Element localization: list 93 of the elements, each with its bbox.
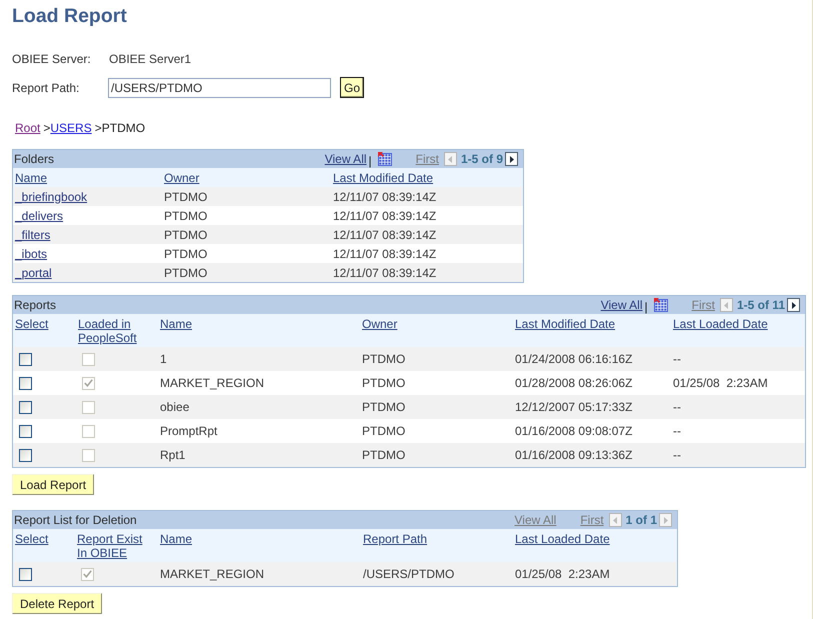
table-cell-text: 01/16/2008 09:13:36Z	[514, 448, 634, 462]
right-triangle-icon	[510, 156, 514, 162]
folder-link[interactable]: _filters	[15, 228, 50, 242]
table-cell-text: PromptRpt	[159, 424, 218, 438]
grid-title: Reports	[14, 298, 56, 312]
table-cell-text: --	[672, 448, 682, 462]
field-label: OBIEE Server:	[12, 52, 92, 66]
next-page-button[interactable]	[505, 152, 518, 166]
action-button[interactable]: Delete Report	[12, 593, 102, 614]
column-header[interactable]: Select	[15, 532, 48, 546]
table-cell-text: 12/11/07 08:39:14Z	[332, 246, 438, 260]
go-button[interactable]: Go	[340, 77, 364, 98]
table-cell-text: PTDMO	[361, 352, 406, 366]
view-all-link[interactable]: View All	[600, 298, 643, 312]
table-cell-text: PTDMO	[361, 448, 406, 462]
table-cell-text: 01/28/2008 08:26:06Z	[514, 376, 634, 390]
breadcrumb-separator: >	[94, 121, 102, 135]
report-path-input[interactable]: /USERS/PTDMO	[108, 78, 331, 98]
table-cell-text: MARKET_REGION	[159, 376, 266, 390]
table-cell-text: Rpt1	[159, 448, 186, 462]
left-triangle-icon	[724, 302, 728, 308]
select-checkbox[interactable]	[19, 568, 32, 580]
table-cell-text: 12/11/07 08:39:14Z	[332, 208, 438, 222]
page-range: 1-5 of 9	[460, 152, 503, 166]
right-triangle-icon	[664, 516, 668, 524]
folder-link[interactable]: _delivers	[15, 208, 64, 222]
select-checkbox[interactable]	[19, 400, 32, 414]
column-header[interactable]: Name	[15, 171, 48, 185]
table-cell-text: 01/25/08 2:23AM	[672, 376, 769, 390]
table-cell-text: 1	[159, 352, 168, 366]
column-header[interactable]: Report Path	[363, 532, 428, 546]
table-cell-text: /USERS/PTDMO	[362, 567, 456, 581]
table-cell-text: 12/12/2007 05:17:33Z	[514, 400, 634, 414]
folder-link[interactable]: _briefingbook	[15, 190, 88, 204]
action-button[interactable]: Load Report	[12, 474, 94, 495]
next-page-button[interactable]	[787, 298, 800, 312]
column-header[interactable]: Owner	[362, 317, 398, 331]
column-header[interactable]: Loaded in PeopleSoft	[78, 317, 152, 345]
table-cell-text: PTDMO	[163, 190, 208, 204]
field-label: Report Path:	[12, 80, 80, 94]
table-cell-text: PTDMO	[163, 246, 208, 260]
select-checkbox[interactable]	[19, 424, 32, 438]
breadcrumb-current: PTDMO	[102, 121, 146, 135]
right-triangle-icon	[792, 302, 796, 308]
page-range: 1-5 of 11	[736, 298, 785, 312]
table-cell-text: PTDMO	[163, 266, 208, 280]
link-separator: |	[368, 155, 372, 168]
column-header[interactable]: Owner	[164, 171, 200, 185]
table-cell-text: PTDMO	[361, 424, 406, 438]
field-value: OBIEE Server1	[108, 52, 192, 66]
table-cell-text: 01/24/2008 06:16:16Z	[514, 352, 634, 366]
table-cell-text: --	[672, 352, 682, 366]
column-header[interactable]: Report Exist In OBIEE	[77, 532, 152, 560]
table-cell-text: 12/11/07 08:39:14Z	[332, 190, 438, 204]
spreadsheet-icon[interactable]	[654, 298, 668, 312]
column-header[interactable]: Name	[160, 532, 192, 546]
folder-link[interactable]: _ibots	[15, 246, 48, 260]
checkmark-icon	[83, 570, 92, 578]
table-cell-text: --	[672, 400, 682, 414]
column-header[interactable]: Name	[160, 317, 192, 331]
page-range: 1 of 1	[626, 513, 657, 527]
table-cell-text: 01/25/08 2:23AM	[514, 567, 611, 581]
breadcrumb-separator: >	[43, 121, 50, 135]
table-cell-text: PTDMO	[361, 376, 406, 390]
column-header[interactable]: Last Modified Date	[333, 171, 434, 185]
column-header[interactable]: Last Loaded Date	[673, 317, 768, 331]
view-all-link[interactable]: View All	[324, 152, 367, 166]
link-separator: |	[644, 301, 648, 314]
select-checkbox[interactable]	[19, 376, 32, 390]
breadcrumb-link[interactable]: USERS	[50, 121, 92, 135]
checkmark-icon	[84, 379, 93, 387]
folder-link[interactable]: _portal	[15, 266, 52, 280]
table-cell-text: --	[672, 424, 682, 438]
table-cell-text: MARKET_REGION	[159, 567, 266, 581]
table-cell-text: obiee	[159, 400, 190, 414]
select-checkbox[interactable]	[19, 448, 32, 462]
spreadsheet-icon[interactable]	[378, 152, 392, 166]
select-checkbox[interactable]	[19, 352, 32, 366]
table-cell-text: PTDMO	[361, 400, 406, 414]
left-triangle-icon	[613, 516, 618, 524]
column-header[interactable]: Select	[15, 317, 48, 331]
table-cell-text: 01/16/2008 09:08:07Z	[514, 424, 634, 438]
column-header[interactable]: Last Modified Date	[515, 317, 616, 331]
table-cell-text: 12/11/07 08:39:14Z	[332, 228, 438, 242]
breadcrumb-link[interactable]: Root	[15, 121, 40, 135]
page-title: Load Report	[12, 4, 127, 29]
left-triangle-icon	[448, 156, 452, 162]
column-header[interactable]: Last Loaded Date	[515, 532, 610, 546]
grid-title: Folders	[14, 152, 54, 166]
table-cell-text: PTDMO	[163, 208, 208, 222]
grid-title: Report List for Deletion	[14, 513, 137, 527]
table-cell-text: 12/11/07 08:39:14Z	[332, 266, 438, 280]
table-cell-text: PTDMO	[163, 228, 208, 242]
